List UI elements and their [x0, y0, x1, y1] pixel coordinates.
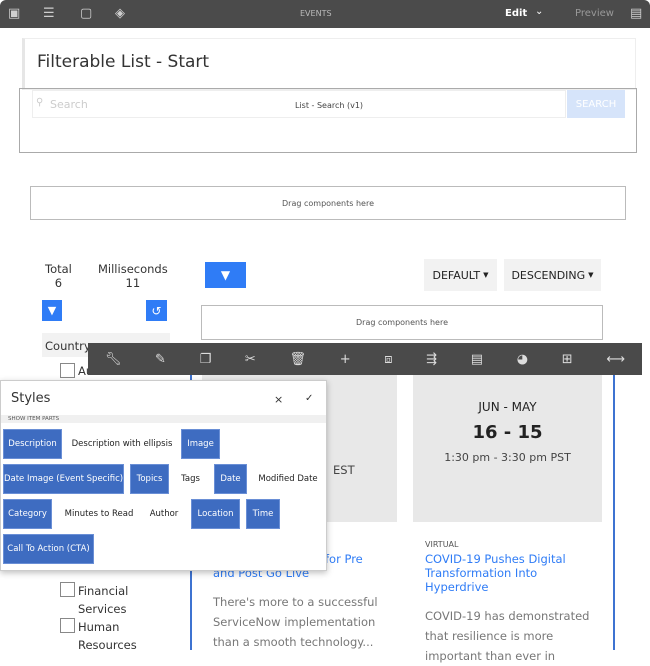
search-button[interactable]: SEARCH [567, 90, 625, 118]
style-option[interactable]: Modified Date [252, 464, 324, 494]
milliseconds-stat: Milliseconds 11 [98, 262, 168, 290]
style-option[interactable]: Image [181, 429, 220, 459]
preview-button[interactable]: Preview [575, 8, 614, 19]
emulator-icon[interactable]: ▢ [80, 6, 92, 22]
brush-icon[interactable]: ✎ [155, 352, 166, 367]
copy-icon[interactable]: ❐ [200, 352, 212, 367]
search-component[interactable]: ⚲ Search List - Search (v1) SEARCH [19, 88, 637, 153]
style-option[interactable]: Date [214, 464, 247, 494]
group-icon[interactable]: ⧈ [384, 352, 392, 367]
container-icon[interactable]: ⊞ [562, 352, 573, 367]
event-category: VIRTUAL [425, 540, 459, 549]
total-stat: Total 6 [45, 262, 72, 290]
style-option[interactable]: Location [191, 499, 240, 529]
checkbox-label: Financial Services [78, 584, 129, 616]
edit-mode-button[interactable]: Edit [505, 8, 527, 19]
title-component[interactable]: Filterable List - Start [22, 38, 636, 90]
layers-icon[interactable]: ◈ [115, 6, 125, 22]
checkbox-australia[interactable] [60, 363, 75, 378]
event-title[interactable]: COVID-19 Pushes Digital Transformation In… [425, 552, 566, 594]
search-input[interactable]: ⚲ Search List - Search (v1) [32, 90, 566, 118]
style-option[interactable]: Category [3, 499, 52, 529]
style-option[interactable]: Description with ellipsis [63, 429, 181, 459]
styles-dialog: Styles × ✓ SHOW ITEM PARTS Description De… [0, 380, 327, 571]
page-title: Filterable List - Start [37, 52, 210, 72]
component-toolbar: 🔧︎ ✎ ❐ ✂ 🗑︎ + ⧈ ⇶ ▤ ◕ ⊞ ⟷ [88, 343, 642, 375]
parent-icon[interactable]: ⇶ [426, 352, 437, 367]
check-icon[interactable]: ✓ [305, 393, 313, 404]
event-months: JUN - MAY [478, 400, 537, 414]
style-option[interactable]: Minutes to Read [59, 499, 139, 529]
delete-icon[interactable]: 🗑︎ [290, 352, 307, 367]
top-bar: ▣ ☰ ▢ ◈ EVENTS Edit ⌄ Preview ▤ [0, 0, 650, 28]
component-label: List - Search (v1) [295, 101, 364, 110]
add-icon[interactable]: + [340, 352, 351, 367]
style-option[interactable]: Date Image (Event Specific) [3, 464, 124, 494]
style-option[interactable]: Call To Action (CTA) [3, 534, 94, 564]
page-info-icon[interactable]: ▤ [630, 6, 642, 22]
resize-icon[interactable]: ⟷ [606, 352, 625, 367]
drop-zone[interactable]: Drag components here [30, 186, 626, 220]
event-time: EST [333, 463, 355, 477]
event-time: 1:30 pm - 3:30 pm PST [444, 451, 571, 464]
drop-zone-results[interactable]: Drag components here [201, 305, 603, 340]
style-option[interactable]: Author [142, 499, 186, 529]
reset-icon[interactable]: ↺ [146, 300, 167, 321]
event-description: There's more to a successful ServiceNow i… [213, 595, 378, 649]
chevron-down-icon[interactable]: ⌄ [535, 6, 543, 17]
event-card-image: JUN - MAY 16 - 15 1:30 pm - 3:30 pm PST [413, 375, 602, 522]
checkbox-financial-services[interactable] [60, 582, 75, 597]
search-icon: ⚲ [36, 97, 44, 108]
style-icon[interactable]: ◕ [517, 352, 528, 367]
layout-icon[interactable]: ▤ [471, 352, 483, 367]
style-option[interactable]: Description [3, 429, 62, 459]
style-option[interactable]: Topics [130, 464, 169, 494]
close-icon[interactable]: × [274, 393, 283, 406]
page-title-bar: EVENTS [300, 9, 332, 18]
sort-order-dropdown[interactable]: DESCENDING ▼ [504, 259, 601, 291]
event-title[interactable]: for Pre [325, 552, 363, 566]
search-placeholder: Search [50, 98, 88, 111]
filter-icon[interactable]: ▼ [42, 300, 62, 321]
checkbox-label: Human Resources [78, 620, 137, 652]
section-header: SHOW ITEM PARTS [1, 415, 326, 423]
side-panel-icon[interactable]: ▣ [8, 6, 20, 22]
event-description: COVID-19 has demonstrated that resilience… [425, 609, 590, 663]
cut-icon[interactable]: ✂ [245, 352, 256, 367]
dialog-title: Styles [11, 391, 51, 406]
style-option[interactable]: Time [246, 499, 280, 529]
sort-field-dropdown[interactable]: DEFAULT ▼ [424, 259, 497, 291]
filter-toggle-button[interactable]: ▼ [205, 262, 246, 288]
style-option[interactable]: Tags [169, 464, 212, 494]
wrench-icon[interactable]: 🔧︎ [105, 352, 122, 367]
checkbox-human-resources[interactable] [60, 618, 75, 633]
event-days: 16 - 15 [472, 422, 543, 443]
properties-icon[interactable]: ☰ [43, 6, 55, 22]
